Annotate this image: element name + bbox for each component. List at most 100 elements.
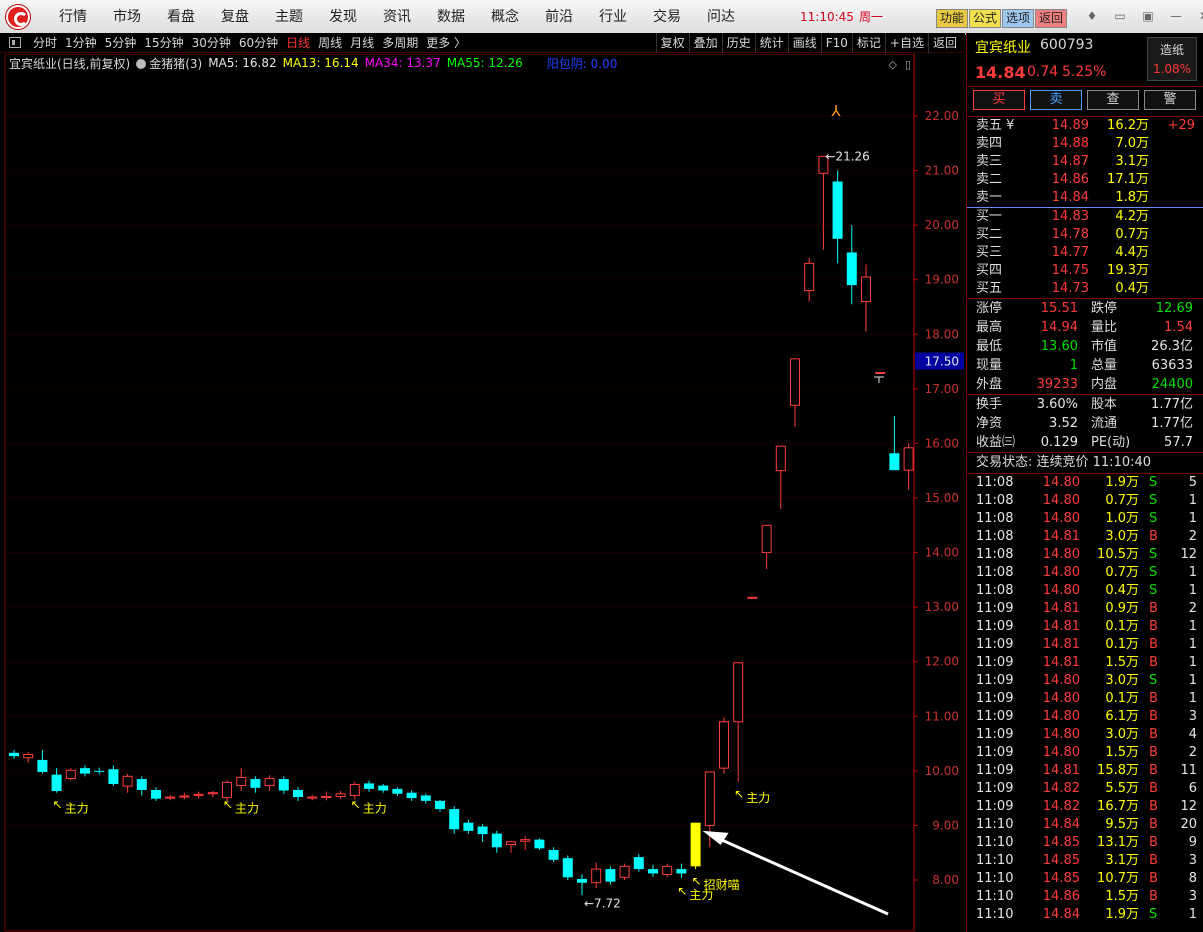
sell-row[interactable]: 卖三 14.87 3.1万 xyxy=(967,153,1203,171)
candle-body[interactable] xyxy=(846,252,857,286)
candle-body[interactable] xyxy=(264,777,275,787)
candle-body[interactable] xyxy=(832,181,843,239)
skin-icon[interactable]: ♦ xyxy=(1080,6,1104,26)
candle-body[interactable] xyxy=(690,822,701,867)
candle-body[interactable] xyxy=(704,771,715,826)
chart-tool-8[interactable]: 返回 xyxy=(927,33,961,53)
buy-row[interactable]: 买五 14.73 0.4万 xyxy=(967,280,1203,298)
candle-body[interactable] xyxy=(491,833,502,848)
candle-body[interactable] xyxy=(335,793,346,798)
period-tab-5[interactable]: 60分钟 xyxy=(236,33,281,53)
candle-body[interactable] xyxy=(548,849,559,860)
tool-button-1[interactable]: 公式 xyxy=(969,9,1002,28)
candle-body[interactable] xyxy=(520,839,531,842)
candle-body[interactable] xyxy=(506,841,516,846)
menu-item-11[interactable]: 交易 xyxy=(640,0,694,35)
candle-body[interactable] xyxy=(108,769,119,784)
sector-badge[interactable]: 造纸 1.08% xyxy=(1147,37,1197,81)
tool-button-0[interactable]: 功能 xyxy=(936,9,969,28)
candle-body[interactable] xyxy=(875,371,886,374)
candle-body[interactable] xyxy=(449,809,460,830)
diamond-icon[interactable]: ◇ xyxy=(888,58,896,71)
menu-item-2[interactable]: 看盘 xyxy=(154,0,208,35)
minimize-icon[interactable]: — xyxy=(1164,6,1188,26)
buy-row[interactable]: 买三 14.77 4.4万 xyxy=(967,244,1203,262)
candle-body[interactable] xyxy=(633,857,644,870)
period-tab-0[interactable]: 分时 xyxy=(30,33,60,53)
period-tab-2[interactable]: 5分钟 xyxy=(102,33,140,53)
chart-tool-4[interactable]: 画线 xyxy=(787,33,821,53)
candle-body[interactable] xyxy=(648,869,658,874)
app-logo-icon[interactable] xyxy=(6,5,30,29)
period-tab-7[interactable]: 周线 xyxy=(315,33,345,53)
candle-body[interactable] xyxy=(733,662,744,723)
sell-row[interactable]: 卖四 14.88 7.0万 xyxy=(967,135,1203,153)
trade-button-1[interactable]: 卖 xyxy=(1030,90,1082,110)
candle-body[interactable] xyxy=(94,770,105,772)
candle-body[interactable] xyxy=(804,262,815,292)
candle-body[interactable] xyxy=(775,445,786,472)
candle-body[interactable] xyxy=(165,796,176,799)
candle-body[interactable] xyxy=(420,795,431,801)
candle-body[interactable] xyxy=(676,869,687,874)
period-tab-6[interactable]: 日线 xyxy=(283,33,313,53)
trade-button-2[interactable]: 查 xyxy=(1087,90,1139,110)
candle-body[interactable] xyxy=(65,769,76,779)
panel-toggle-icon[interactable]: ▯ xyxy=(905,58,911,71)
trade-button-0[interactable]: 买 xyxy=(973,90,1025,110)
close-icon[interactable]: ✕ xyxy=(1192,6,1203,26)
candle-body[interactable] xyxy=(747,596,758,599)
candle-body[interactable] xyxy=(790,358,800,406)
candle-body[interactable] xyxy=(179,795,190,798)
period-tab-8[interactable]: 月线 xyxy=(347,33,377,53)
candle-body[interactable] xyxy=(406,792,417,799)
period-tab-10[interactable]: 更多 〉 xyxy=(423,33,469,53)
candle-body[interactable] xyxy=(193,793,204,796)
menu-item-5[interactable]: 发现 xyxy=(316,0,370,35)
period-tab-9[interactable]: 多周期 xyxy=(379,33,421,53)
candle-body[interactable] xyxy=(250,779,261,788)
candle-body[interactable] xyxy=(364,783,374,789)
candle-body[interactable] xyxy=(577,878,587,883)
period-tab-4[interactable]: 30分钟 xyxy=(189,33,234,53)
candle-body[interactable] xyxy=(861,276,871,303)
candle-body[interactable] xyxy=(222,781,232,799)
candle-body[interactable] xyxy=(307,796,318,799)
chart-tool-5[interactable]: F10 xyxy=(820,33,852,53)
candle-body[interactable] xyxy=(435,800,445,810)
candle-body[interactable] xyxy=(321,796,332,799)
candle-body[interactable] xyxy=(534,839,545,849)
period-tab-1[interactable]: 1分钟 xyxy=(62,33,100,53)
sell-row[interactable]: 卖一 14.84 1.8万 xyxy=(967,189,1203,207)
buy-row[interactable]: 买二 14.78 0.7万 xyxy=(967,226,1203,244)
candle-body[interactable] xyxy=(719,721,729,769)
tool-button-3[interactable]: 返回 xyxy=(1035,9,1068,28)
stock-name[interactable]: 宜宾纸业 xyxy=(975,37,1031,57)
buy-row[interactable]: 买四 14.75 19.3万 xyxy=(967,262,1203,280)
candle-body[interactable] xyxy=(477,826,488,835)
candle-body[interactable] xyxy=(392,788,403,794)
menu-item-7[interactable]: 数据 xyxy=(424,0,478,35)
tick-list[interactable]: 11:08 14.80 1.9万 S 5 11:08 14.80 0.7万 S 1 11:08 14.… xyxy=(967,474,1203,924)
candle-body[interactable] xyxy=(122,775,133,787)
candle-body[interactable] xyxy=(23,753,34,759)
menu-item-10[interactable]: 行业 xyxy=(586,0,640,35)
menu-item-8[interactable]: 概念 xyxy=(478,0,532,35)
sidebar-toggle-icon[interactable] xyxy=(9,37,21,48)
candle-body[interactable] xyxy=(605,869,616,882)
candle-body[interactable] xyxy=(903,447,914,471)
candle-body[interactable] xyxy=(151,789,161,799)
sell-row[interactable]: 卖二 14.86 17.1万 xyxy=(967,171,1203,189)
menu-item-9[interactable]: 前沿 xyxy=(532,0,586,35)
candle-body[interactable] xyxy=(136,779,147,790)
tool-button-2[interactable]: 选项 xyxy=(1002,9,1035,28)
menu-item-4[interactable]: 主题 xyxy=(262,0,316,35)
indicator-selector[interactable]: 金猪猪(3) xyxy=(136,55,202,72)
restore-icon[interactable]: ▣ xyxy=(1136,6,1160,26)
trade-button-3[interactable]: 警 xyxy=(1144,90,1196,110)
chart-tool-0[interactable]: 复权 xyxy=(655,33,689,53)
candle-body[interactable] xyxy=(662,865,673,876)
candle-body[interactable] xyxy=(378,785,389,791)
candle-body[interactable] xyxy=(207,792,218,795)
candle-body[interactable] xyxy=(9,752,19,757)
